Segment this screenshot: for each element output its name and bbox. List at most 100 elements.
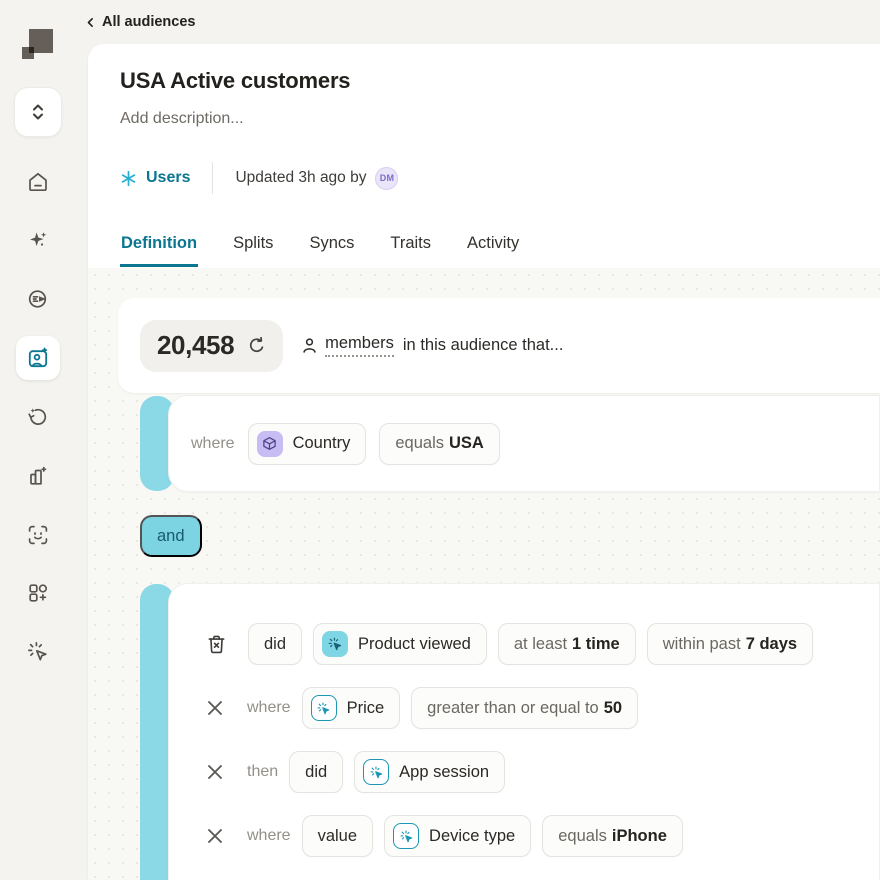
tab-traits[interactable]: Traits <box>389 220 432 267</box>
chevron-up-down-icon <box>33 104 43 120</box>
sidebar-item-catalog[interactable] <box>16 571 60 615</box>
connections-icon <box>28 290 47 308</box>
sidebar-item-connections[interactable] <box>16 277 60 321</box>
tab-definition[interactable]: Definition <box>120 220 199 267</box>
property-label: Country <box>292 434 351 452</box>
tab-bar: Definition Splits Syncs Traits Activity <box>120 220 520 267</box>
event-label: Product viewed <box>358 634 471 653</box>
tab-splits[interactable]: Splits <box>232 220 274 267</box>
keyword-then: then <box>247 763 279 780</box>
event-pill-product-viewed[interactable]: Product viewed <box>313 623 487 665</box>
remove-x-icon[interactable] <box>205 762 225 782</box>
bar-chart-icon <box>30 466 47 485</box>
keyword-where: where <box>191 434 235 452</box>
app-root: All audiences USA Active customers Add d… <box>0 0 880 880</box>
frequency-value: 1 time <box>572 634 620 653</box>
refresh-icon[interactable] <box>247 336 266 355</box>
person-icon <box>300 336 319 355</box>
property-label: Device type <box>429 826 516 845</box>
tab-syncs[interactable]: Syncs <box>308 220 355 267</box>
home-icon <box>29 172 47 192</box>
updated-text: Updated 3h ago by <box>235 169 367 186</box>
modifier-pill-did[interactable]: did <box>248 623 303 665</box>
event-pill-app-session[interactable]: App session <box>354 751 506 793</box>
modifier-pill-value[interactable]: value <box>301 815 374 857</box>
sidebar-item-audiences[interactable] <box>16 336 60 380</box>
sidebar-item-journeys[interactable] <box>16 395 60 439</box>
operator-text: equals <box>558 826 607 845</box>
face-scan-icon <box>28 525 48 545</box>
logo-square-small <box>22 47 34 59</box>
condition-row-where-device: where value Device type equals iPhone <box>205 814 879 858</box>
operator-pill-equals-usa[interactable]: equals USA <box>379 422 500 465</box>
frequency-operator: at least <box>513 634 568 653</box>
sidebar-item-identity-scan[interactable] <box>16 513 60 557</box>
event-cursor-icon <box>363 759 390 785</box>
and-connector-badge[interactable]: and <box>140 515 202 557</box>
property-label: Price <box>346 698 385 717</box>
operator-pill-equals-iphone[interactable]: equals iPhone <box>542 815 683 857</box>
entity-selector[interactable]: Users <box>120 169 190 187</box>
keyword-where: where <box>247 699 291 716</box>
entity-label: Users <box>146 169 191 186</box>
remove-x-icon[interactable] <box>205 698 225 718</box>
operator-value: iPhone <box>611 826 667 845</box>
event-cursor-icon <box>310 695 337 721</box>
condition-row-did-event: did Product viewed at least 1 time withi… <box>205 622 879 666</box>
chevron-left-icon <box>87 17 93 27</box>
journeys-loop-icon <box>28 408 47 425</box>
member-count: 20,458 <box>157 330 235 360</box>
window-operator: within past <box>662 634 741 653</box>
modifier-pill-did[interactable]: did <box>289 751 344 793</box>
condition-card: where Country equals USA <box>168 395 880 492</box>
avatar[interactable]: DM <box>375 166 399 190</box>
property-pill-country[interactable]: Country <box>247 422 367 465</box>
sidebar-item-home[interactable] <box>16 160 60 204</box>
breadcrumb-label: All audiences <box>102 14 196 30</box>
operator-text: greater than or equal to <box>427 698 599 717</box>
definition-canvas: 20,458 members in this audience that... … <box>88 268 880 880</box>
condition-row-then-did: then did App session <box>205 750 879 794</box>
condition-card: did Product viewed at least 1 time withi… <box>168 583 880 880</box>
member-count-pill: 20,458 <box>140 319 284 372</box>
remove-x-icon[interactable] <box>205 826 225 846</box>
users-snowflake-icon <box>120 170 137 187</box>
time-window-pill[interactable]: within past 7 days <box>646 623 814 665</box>
divider <box>212 162 214 194</box>
main-panel: USA Active customers Add description... … <box>88 44 880 880</box>
cursor-spark-icon <box>28 642 47 661</box>
window-value: 7 days <box>745 634 798 653</box>
description-placeholder[interactable]: Add description... <box>120 110 244 128</box>
frequency-pill[interactable]: at least 1 time <box>497 623 636 665</box>
cube-icon <box>256 430 283 457</box>
condition-block-where: where Country equals USA <box>140 395 880 492</box>
workspace-switcher-button[interactable] <box>14 87 62 137</box>
event-label: App session <box>399 762 490 781</box>
sidebar-item-engage[interactable] <box>16 630 60 674</box>
event-cursor-icon <box>322 631 349 657</box>
condition-block-event: did Product viewed at least 1 time withi… <box>140 583 880 880</box>
property-pill-price[interactable]: Price <box>301 687 401 729</box>
operator-value: USA <box>448 434 484 452</box>
trash-icon[interactable] <box>205 633 228 656</box>
event-cursor-icon <box>393 823 420 849</box>
audiences-icon <box>28 347 48 368</box>
meta-row: Users Updated 3h ago by DM <box>120 160 399 196</box>
property-pill-device-type[interactable]: Device type <box>384 815 532 857</box>
members-suffix: in this audience that... <box>402 336 564 354</box>
members-link[interactable]: members <box>325 334 394 357</box>
breadcrumb-back-link[interactable]: All audiences <box>84 10 195 34</box>
sidebar-item-ai-assistant[interactable] <box>16 218 60 262</box>
sidebar <box>0 0 88 880</box>
catalog-blocks-icon <box>29 584 48 602</box>
page-title: USA Active customers <box>120 68 351 93</box>
operator-text: equals <box>395 434 444 452</box>
sparkle-icon <box>30 232 47 246</box>
condition-row-where-price: where Price greater than or equal to 50 <box>205 686 879 730</box>
audience-summary-card: 20,458 members in this audience that... <box>118 298 880 393</box>
operator-pill-gte-50[interactable]: greater than or equal to 50 <box>411 687 639 729</box>
tab-activity[interactable]: Activity <box>466 220 520 267</box>
sidebar-item-analytics[interactable] <box>16 454 60 498</box>
keyword-where: where <box>247 827 291 844</box>
operator-value: 50 <box>603 698 623 717</box>
